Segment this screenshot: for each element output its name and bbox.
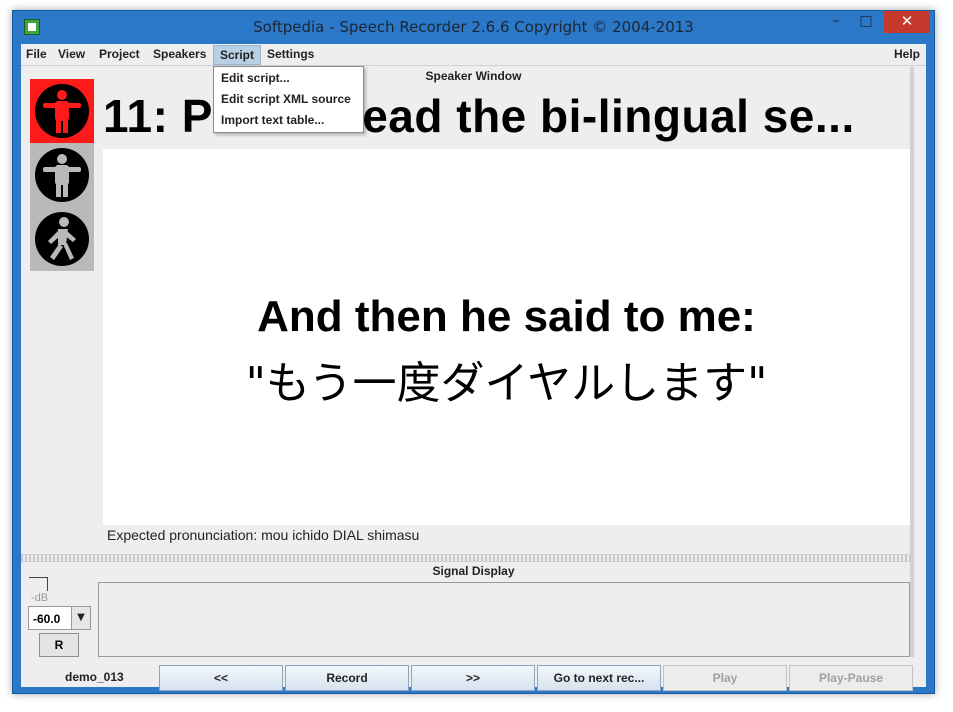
play-pause-button[interactable]: Play-Pause	[789, 665, 913, 691]
title-bar[interactable]: Softpedia - Speech Recorder 2.6.6 Copyri…	[13, 11, 934, 44]
speaker-window-label: Speaker Window	[425, 69, 522, 83]
go-to-next-recording-button[interactable]: Go to next rec...	[537, 665, 661, 691]
menu-bar: File View Project Speakers Script Settin…	[21, 44, 926, 66]
prompt-line-2: "もう一度ダイヤルします"	[245, 358, 768, 409]
app-window: Softpedia - Speech Recorder 2.6.6 Copyri…	[12, 10, 935, 694]
close-button[interactable]: ✕	[884, 11, 930, 33]
maximize-button[interactable]: □	[853, 11, 879, 33]
next-button[interactable]: >>	[411, 665, 535, 691]
client-area: File View Project Speakers Script Settin…	[21, 44, 926, 691]
chevron-down-icon[interactable]: ▼	[71, 606, 91, 630]
menu-project[interactable]: Project	[99, 47, 140, 61]
menu-file[interactable]: File	[26, 47, 47, 61]
menu-script[interactable]: Script	[213, 45, 262, 65]
bottom-toolbar: demo_013 << Record >> Go to next rec... …	[21, 660, 926, 691]
menu-view[interactable]: View	[58, 47, 85, 61]
menu-help[interactable]: Help	[894, 47, 920, 61]
traffic-light	[30, 79, 94, 271]
minimize-button[interactable]: –	[823, 11, 849, 33]
menu-settings[interactable]: Settings	[267, 47, 314, 61]
signal-display	[98, 582, 910, 657]
menu-item-import-text-table[interactable]: Import text table...	[221, 113, 324, 127]
reset-button[interactable]: R	[39, 633, 79, 657]
prompt-line-1: And then he said to me:	[257, 292, 756, 341]
menu-item-edit-xml-source[interactable]: Edit script XML source	[221, 92, 351, 106]
record-button[interactable]: Record	[285, 665, 409, 691]
db-unit-label: -dB	[31, 592, 49, 604]
menu-item-edit-script[interactable]: Edit script...	[221, 71, 290, 85]
session-label: demo_013	[65, 670, 124, 684]
expected-pronunciation: Expected pronunciation: mou ichido DIAL …	[107, 527, 420, 543]
stop-figure-icon	[30, 79, 94, 143]
wait-figure-icon	[30, 143, 94, 207]
signal-display-label: Signal Display	[432, 564, 515, 578]
script-menu-dropdown: Edit script... Edit script XML source Im…	[213, 66, 364, 133]
prompt-text-area: And then he said to me: "もう一度ダイヤルします"	[103, 149, 910, 525]
menu-speakers[interactable]: Speakers	[153, 47, 206, 61]
play-button[interactable]: Play	[663, 665, 787, 691]
level-indicator	[29, 577, 48, 591]
go-figure-icon	[30, 207, 94, 271]
split-pane-divider[interactable]	[21, 554, 910, 562]
window-title: Softpedia - Speech Recorder 2.6.6 Copyri…	[253, 18, 694, 36]
previous-button[interactable]: <<	[159, 665, 283, 691]
